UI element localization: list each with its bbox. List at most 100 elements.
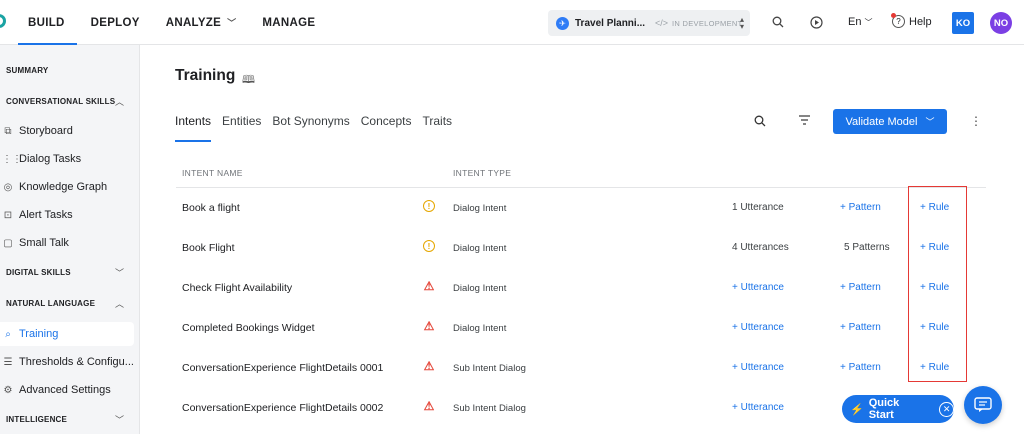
tab-intents[interactable]: Intents	[175, 114, 212, 142]
error-triangle-icon: ⚠	[423, 319, 435, 333]
nav-build[interactable]: BUILD	[18, 0, 77, 45]
column-header-intent-name[interactable]: INTENT NAME	[182, 168, 243, 178]
sidebar-item-advanced-settings[interactable]: ⚙ Advanced Settings	[0, 378, 134, 402]
workspace-avatar[interactable]: KO	[952, 12, 974, 34]
intent-name[interactable]: Book a flight	[182, 202, 240, 214]
notification-dot	[891, 13, 896, 18]
add-pattern-link[interactable]: + Pattern	[840, 202, 881, 213]
validate-model-button[interactable]: Validate Model ﹀	[833, 109, 947, 134]
intent-type: Dialog Intent	[453, 243, 507, 254]
add-pattern-link[interactable]: + Pattern	[840, 362, 881, 373]
book-icon[interactable]: 🕮	[242, 71, 255, 90]
sidebar-item-label: Knowledge Graph	[19, 181, 108, 193]
intent-name[interactable]: ConversationExperience FlightDetails 000…	[182, 362, 383, 374]
error-triangle-icon: ⚠	[423, 279, 435, 293]
main-nav: BUILD DEPLOY ANALYZE ﹀ MANAGE	[18, 0, 315, 45]
intent-type: Dialog Intent	[453, 203, 507, 214]
nav-manage-label: MANAGE	[262, 16, 316, 29]
dialog-tasks-icon: ⋮⋮	[2, 153, 22, 165]
nav-manage[interactable]: MANAGE	[262, 0, 315, 45]
quick-start-button[interactable]: ⚡ Quick Start ✕	[842, 395, 954, 423]
app-logo-icon[interactable]	[0, 14, 6, 28]
chevron-down-icon: ﹀	[925, 117, 935, 127]
sidebar-item-small-talk[interactable]: ▢ Small Talk	[0, 231, 134, 255]
sidebar-item-storyboard[interactable]: ⧉ Storyboard	[0, 119, 134, 143]
sidebar-item-alert-tasks[interactable]: ⊡ Alert Tasks	[0, 203, 134, 227]
table-row[interactable]: Completed Bookings Widget ⚠ Dialog Inten…	[176, 308, 986, 348]
add-utterance-link[interactable]: + Utterance	[732, 322, 784, 333]
column-header-intent-type[interactable]: INTENT TYPE	[453, 168, 511, 178]
sidebar-item-label: Alert Tasks	[19, 209, 73, 221]
bot-selector[interactable]: ✈ Travel Planni... </> IN DEVELOPMENT ▴ ▾	[548, 10, 750, 36]
intent-type: Dialog Intent	[453, 283, 507, 294]
alert-tasks-icon: ⊡	[3, 209, 13, 221]
thresholds-icon: ☰	[3, 356, 13, 368]
tab-entities[interactable]: Entities	[222, 114, 261, 136]
language-selector[interactable]: En ﹀	[848, 16, 873, 28]
pattern-count[interactable]: 5 Patterns	[844, 242, 890, 253]
sidebar-item-label: Storyboard	[19, 125, 73, 137]
sidebar-section-intelligence[interactable]: INTELLIGENCE	[6, 415, 67, 424]
intent-name[interactable]: Check Flight Availability	[182, 282, 292, 294]
nav-analyze[interactable]: ANALYZE ﹀	[166, 0, 237, 45]
bot-plane-icon: ✈	[556, 16, 569, 30]
utterance-count[interactable]: 1 Utterance	[732, 202, 784, 213]
sidebar-section-conversational[interactable]: CONVERSATIONAL SKILLS	[6, 97, 115, 106]
table-row[interactable]: Book a flight ! Dialog Intent 1 Utteranc…	[176, 188, 986, 228]
intent-name[interactable]: Completed Bookings Widget	[182, 322, 315, 334]
quick-start-label: Quick Start	[868, 397, 900, 421]
sidebar-summary[interactable]: SUMMARY	[6, 66, 48, 75]
play-icon[interactable]	[808, 14, 824, 30]
tab-bar: Intents Entities Bot Synonyms Concepts T…	[175, 114, 452, 142]
chevron-down-icon: ﹀	[227, 18, 237, 28]
intent-name[interactable]: ConversationExperience FlightDetails 000…	[182, 402, 383, 414]
tab-concepts[interactable]: Concepts	[361, 114, 412, 136]
intent-name[interactable]: Book Flight	[182, 242, 235, 254]
table-row[interactable]: ConversationExperience FlightDetails 000…	[176, 348, 986, 388]
add-pattern-link[interactable]: + Pattern	[840, 322, 881, 333]
nav-analyze-label: ANALYZE	[165, 16, 222, 29]
sidebar-section-natural-language[interactable]: NATURAL LANGUAGE	[6, 299, 95, 308]
sidebar-item-dialog-tasks[interactable]: ⋮⋮ Dialog Tasks	[0, 147, 134, 171]
nav-deploy[interactable]: DEPLOY	[91, 0, 140, 45]
sidebar-item-knowledge-graph[interactable]: ◎ Knowledge Graph	[0, 175, 134, 199]
chevron-down-icon[interactable]: ﹀	[115, 413, 124, 426]
intent-type: Sub Intent Dialog	[453, 363, 526, 374]
language-label: En	[848, 16, 862, 28]
search-icon[interactable]	[754, 115, 766, 130]
add-utterance-link[interactable]: + Utterance	[732, 282, 784, 293]
sidebar-item-label: Advanced Settings	[19, 384, 111, 396]
validate-model-label: Validate Model	[845, 115, 918, 128]
table-row[interactable]: Book Flight ! Dialog Intent 4 Utterances…	[176, 228, 986, 268]
warning-icon: !	[423, 240, 435, 252]
sidebar-section-digital[interactable]: DIGITAL SKILLS	[6, 268, 71, 277]
tab-bot-synonyms[interactable]: Bot Synonyms	[272, 114, 349, 136]
sidebar-item-training[interactable]: ⌕ Training	[0, 322, 134, 346]
chevron-up-icon[interactable]: ︿	[115, 95, 124, 108]
help-button[interactable]: ? Help	[891, 13, 932, 28]
chat-icon[interactable]	[964, 386, 1002, 424]
bot-status: IN DEVELOPMENT	[672, 18, 743, 28]
warning-icon: !	[423, 200, 435, 212]
chevron-up-icon[interactable]: ︿	[115, 297, 124, 310]
sidebar-item-thresholds[interactable]: ☰ Thresholds & Configu...	[0, 350, 134, 374]
user-avatar[interactable]: NO	[990, 12, 1012, 34]
utterance-count[interactable]: 4 Utterances	[732, 242, 789, 253]
add-pattern-link[interactable]: + Pattern	[840, 282, 881, 293]
table-row[interactable]: Check Flight Availability ⚠ Dialog Inten…	[176, 268, 986, 308]
small-talk-icon: ▢	[3, 237, 13, 249]
error-triangle-icon: ⚠	[423, 359, 435, 373]
search-icon[interactable]	[770, 14, 786, 30]
filter-icon[interactable]	[798, 114, 811, 129]
tab-traits[interactable]: Traits	[422, 114, 452, 136]
sidebar-item-label: Thresholds & Configu...	[19, 356, 134, 368]
lightning-icon: ⚡	[850, 403, 864, 416]
more-options-icon[interactable]: ⋮	[970, 114, 982, 128]
chevron-down-icon: ﹀	[864, 18, 873, 27]
gear-icon: ⚙	[3, 384, 13, 396]
sidebar: SUMMARY CONVERSATIONAL SKILLS ︿ ⧉ Storybo…	[0, 45, 140, 434]
add-utterance-link[interactable]: + Utterance	[732, 402, 784, 413]
close-icon[interactable]: ✕	[939, 401, 954, 417]
chevron-down-icon[interactable]: ﹀	[115, 266, 124, 279]
add-utterance-link[interactable]: + Utterance	[732, 362, 784, 373]
